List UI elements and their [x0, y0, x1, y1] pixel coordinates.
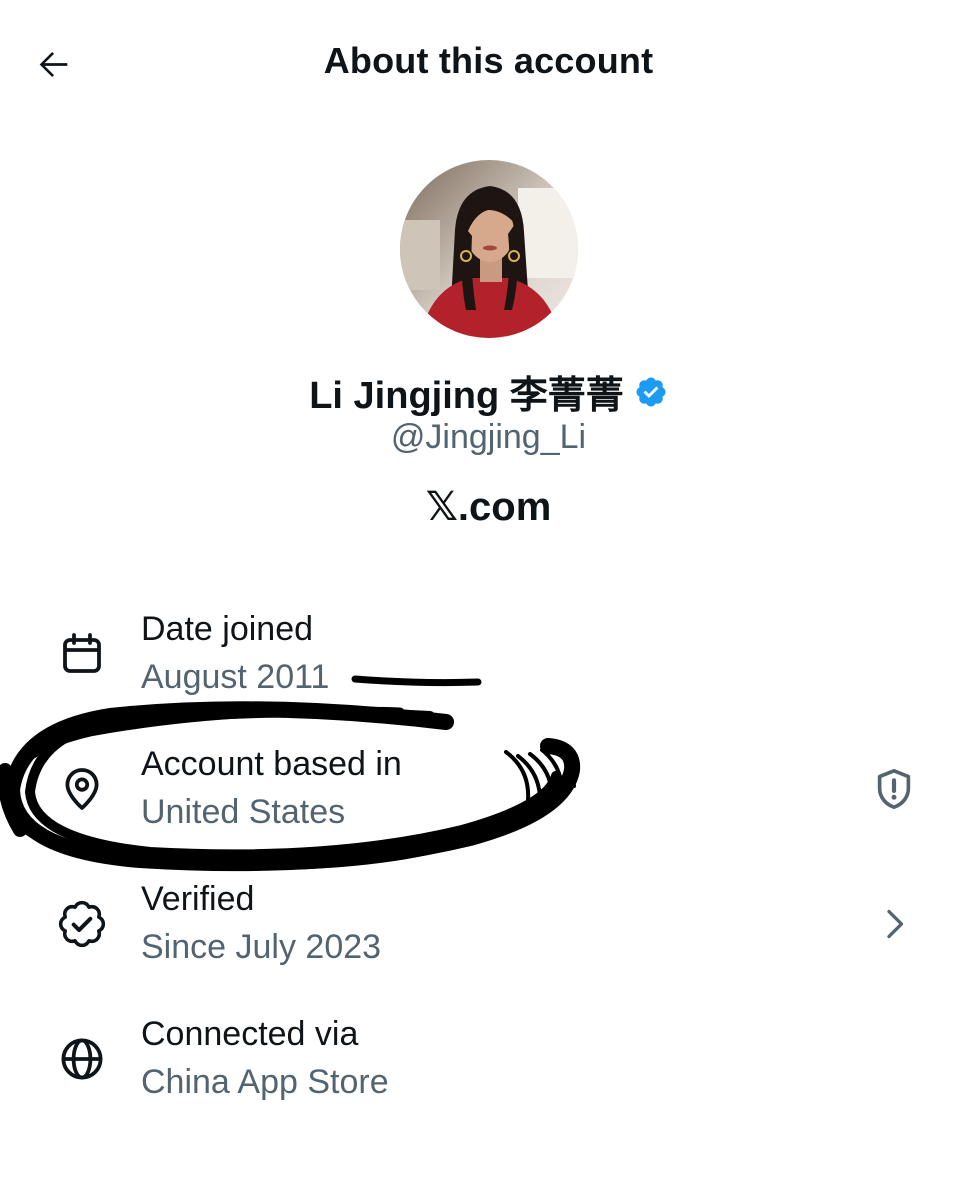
display-name-row: Li Jingjing 李菁菁 — [0, 364, 977, 419]
detail-row-connected-via: Connected via China App Store — [0, 1005, 977, 1115]
globe-icon — [56, 1033, 108, 1085]
avatar[interactable] — [400, 160, 578, 338]
detail-row-account-based-in: Account based in United States — [0, 735, 977, 845]
avatar-photo — [400, 160, 578, 338]
top-app-bar: About this account — [0, 0, 977, 128]
location-pin-icon — [56, 763, 108, 815]
verified-label: Verified — [141, 880, 255, 918]
date-joined-value: August 2011 — [141, 658, 330, 696]
account-based-in-label: Account based in — [141, 745, 402, 783]
display-name: Li Jingjing 李菁菁 — [309, 375, 624, 417]
x-brand-label: 𝕏.com — [425, 485, 552, 529]
account-based-in-value: United States — [141, 793, 346, 831]
detail-row-verified[interactable]: Verified Since July 2023 — [0, 870, 977, 980]
date-joined-label: Date joined — [141, 610, 314, 648]
verified-value: Since July 2023 — [141, 928, 382, 966]
calendar-icon — [56, 628, 108, 680]
account-handle: @Jingjing_Li — [390, 418, 587, 456]
connected-via-label: Connected via — [141, 1015, 359, 1053]
verified-badge-icon — [636, 376, 666, 407]
shield-alert-icon[interactable] — [866, 761, 922, 817]
connected-via-value: China App Store — [141, 1063, 389, 1101]
chevron-right-icon[interactable] — [866, 896, 922, 952]
verified-outline-icon — [56, 898, 108, 950]
detail-row-date-joined: Date joined August 2011 — [0, 600, 977, 710]
page-title: About this account — [323, 40, 654, 81]
